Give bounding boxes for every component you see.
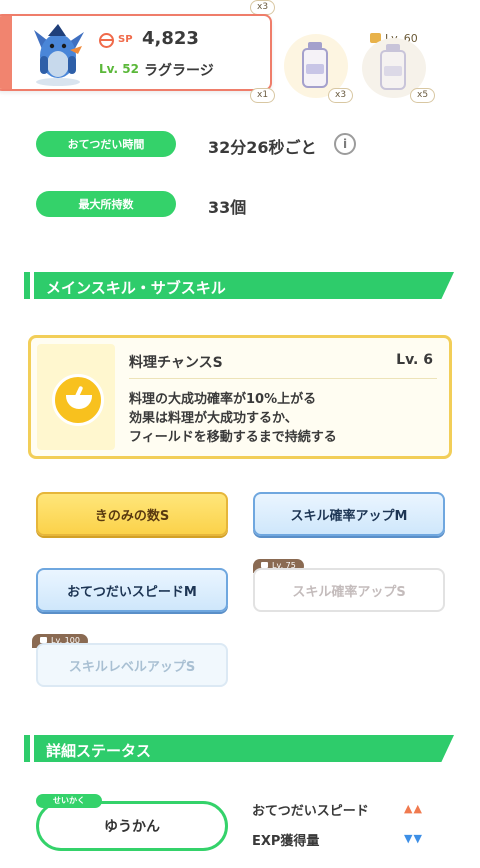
max-carry-value: 33個 (208, 198, 247, 217)
section-bar (24, 735, 30, 762)
main-skill-name: 料理チャンスS (129, 355, 223, 371)
status-section-header: 詳細ステータス (24, 735, 454, 762)
pokemon-name: ラグラージ (144, 63, 214, 79)
card-accent (0, 16, 12, 89)
sub-skill-button-locked[interactable]: スキルレベルアップS (36, 643, 228, 687)
stat-down-arrows-icon: ▼▼ (404, 832, 423, 845)
help-time-value: 32分26秒ごと (208, 138, 317, 157)
ingredient-count-badge: x1 (250, 88, 276, 103)
help-time-label: おてつだい時間 (36, 131, 176, 157)
pokemon-card[interactable]: SP 4,823 Lv. 52 ラグラージ (0, 14, 272, 91)
divider (129, 378, 437, 379)
desc-line: 料理の大成功確率が10%上がる (129, 392, 317, 407)
main-skill-card[interactable]: 料理チャンスS Lv. 6 料理の大成功確率が10%上がる 効果は料理が大成功す… (28, 335, 452, 459)
skill-icon-panel (37, 344, 115, 450)
sub-skill-button[interactable]: おてつだいスピードM (36, 568, 228, 612)
sub-skill-button-locked[interactable]: スキル確率アップS (253, 568, 445, 612)
pokemon-sprite (34, 24, 84, 86)
stat-up-arrows-icon: ▲▲ (404, 802, 423, 815)
milk-bottle-icon (302, 42, 328, 88)
section-title: メインスキル・サブスキル (46, 279, 226, 297)
sp-icon (99, 33, 114, 48)
nature-box[interactable]: ゆうかん (36, 801, 228, 851)
stat-up-label: おてつだいスピード (252, 804, 369, 819)
skills-section-header: メインスキル・サブスキル (24, 272, 454, 299)
section-title: 詳細ステータス (46, 742, 152, 760)
pokemon-level: Lv. 52 (99, 62, 139, 76)
nature-tag: せいかく (36, 794, 102, 808)
desc-line: 効果は料理が大成功するか、 (129, 411, 298, 426)
max-carry-label: 最大所持数 (36, 191, 176, 217)
section-bar (24, 272, 30, 299)
ingredient-count-badge: x5 (410, 88, 436, 103)
main-skill-description: 料理の大成功確率が10%上がる 効果は料理が大成功するか、 フィールドを移動する… (129, 390, 337, 447)
sub-skill-button[interactable]: きのみの数S (36, 492, 228, 536)
desc-line: フィールドを移動するまで持続する (129, 430, 337, 445)
ingredient-count-badge: x3 (328, 88, 354, 103)
sp-value: 4,823 (142, 28, 199, 49)
main-skill-level: Lv. 6 (396, 352, 433, 368)
stat-down-label: EXP獲得量 (252, 834, 320, 849)
sp-label: SP (118, 34, 133, 45)
info-icon[interactable]: i (334, 133, 356, 155)
ingredient-count-badge: x3 (250, 0, 276, 15)
sub-skill-button[interactable]: スキル確率アップM (253, 492, 445, 536)
cooking-pot-icon (52, 374, 104, 426)
milk-bottle-icon (380, 44, 406, 90)
